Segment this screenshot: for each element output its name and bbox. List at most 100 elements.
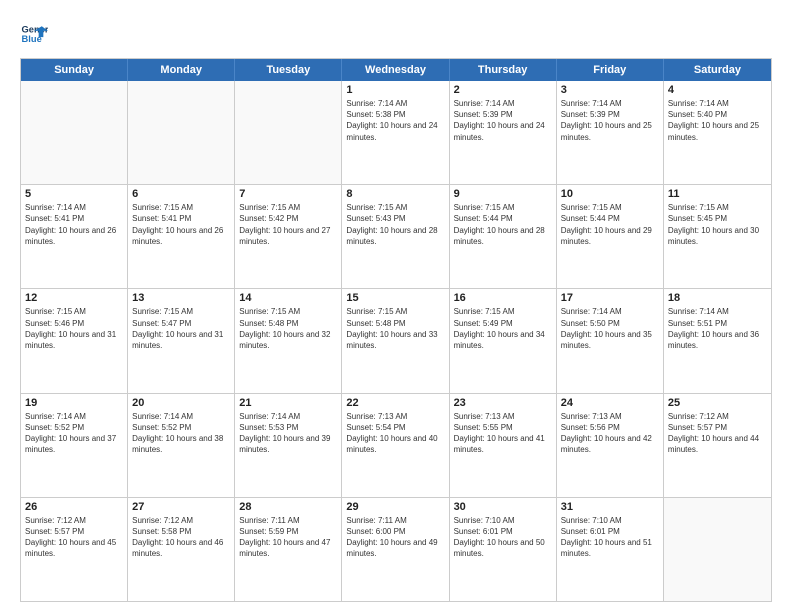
cell-content: Sunrise: 7:10 AMSunset: 6:01 PMDaylight:… [454, 515, 552, 560]
day-cell-18: 18 Sunrise: 7:14 AMSunset: 5:51 PMDayligh… [664, 289, 771, 392]
day-number: 9 [454, 188, 552, 200]
day-cell-14: 14 Sunrise: 7:15 AMSunset: 5:48 PMDayligh… [235, 289, 342, 392]
header-day-saturday: Saturday [664, 59, 771, 81]
day-number: 2 [454, 84, 552, 96]
day-cell-1: 1 Sunrise: 7:14 AMSunset: 5:38 PMDaylight… [342, 81, 449, 184]
cell-content: Sunrise: 7:14 AMSunset: 5:52 PMDaylight:… [132, 411, 230, 456]
cell-content: Sunrise: 7:14 AMSunset: 5:53 PMDaylight:… [239, 411, 337, 456]
day-cell-15: 15Sunrise: 7:15 AMSunset: 5:48 PMDayligh… [342, 289, 449, 392]
day-cell-7: 7 Sunrise: 7:15 AMSunset: 5:42 PMDaylight… [235, 185, 342, 288]
day-number: 14 [239, 292, 337, 304]
day-cell-13: 13 Sunrise: 7:15 AMSunset: 5:47 PMDayligh… [128, 289, 235, 392]
day-cell-31: 31 Sunrise: 7:10 AMSunset: 6:01 PMDayligh… [557, 498, 664, 601]
cell-content: Sunrise: 7:12 AMSunset: 5:57 PMDaylight:… [25, 515, 123, 560]
day-cell-23: 23 Sunrise: 7:13 AMSunset: 5:55 PMDayligh… [450, 394, 557, 497]
day-cell-16: 16 Sunrise: 7:15 AMSunset: 5:49 PMDayligh… [450, 289, 557, 392]
empty-cell-0-1 [128, 81, 235, 184]
empty-cell-0-0 [21, 81, 128, 184]
header-day-friday: Friday [557, 59, 664, 81]
cell-content: Sunrise: 7:14 AMSunset: 5:52 PMDaylight:… [25, 411, 123, 456]
day-cell-17: 17 Sunrise: 7:14 AMSunset: 5:50 PMDayligh… [557, 289, 664, 392]
cell-content: Sunrise: 7:13 AMSunset: 5:54 PMDaylight:… [346, 411, 444, 456]
day-number: 8 [346, 188, 444, 200]
cell-content: Sunrise: 7:10 AMSunset: 6:01 PMDaylight:… [561, 515, 659, 560]
day-number: 26 [25, 501, 123, 513]
day-cell-27: 27 Sunrise: 7:12 AMSunset: 5:58 PMDayligh… [128, 498, 235, 601]
day-number: 31 [561, 501, 659, 513]
day-number: 27 [132, 501, 230, 513]
cell-content: Sunrise: 7:12 AMSunset: 5:57 PMDaylight:… [668, 411, 767, 456]
day-cell-26: 26 Sunrise: 7:12 AMSunset: 5:57 PMDayligh… [21, 498, 128, 601]
day-number: 17 [561, 292, 659, 304]
cell-content: Sunrise: 7:14 AMSunset: 5:40 PMDaylight:… [668, 98, 767, 143]
day-cell-11: 11 Sunrise: 7:15 AMSunset: 5:45 PMDayligh… [664, 185, 771, 288]
calendar-header-row: SundayMondayTuesdayWednesdayThursdayFrid… [21, 59, 771, 81]
cell-content: Sunrise: 7:13 AMSunset: 5:55 PMDaylight:… [454, 411, 552, 456]
day-number: 18 [668, 292, 767, 304]
day-number: 22 [346, 397, 444, 409]
day-number: 12 [25, 292, 123, 304]
day-cell-20: 20Sunrise: 7:14 AMSunset: 5:52 PMDayligh… [128, 394, 235, 497]
page: General Blue SundayMondayTuesdayWednesda… [0, 0, 792, 612]
day-cell-24: 24 Sunrise: 7:13 AMSunset: 5:56 PMDayligh… [557, 394, 664, 497]
cell-content: Sunrise: 7:12 AMSunset: 5:58 PMDaylight:… [132, 515, 230, 560]
cell-content: Sunrise: 7:13 AMSunset: 5:56 PMDaylight:… [561, 411, 659, 456]
cell-content: Sunrise: 7:15 AMSunset: 5:44 PMDaylight:… [454, 202, 552, 247]
day-number: 19 [25, 397, 123, 409]
cell-content: Sunrise: 7:11 AMSunset: 5:59 PMDaylight:… [239, 515, 337, 560]
cell-content: Sunrise: 7:15 AMSunset: 5:43 PMDaylight:… [346, 202, 444, 247]
day-cell-9: 9 Sunrise: 7:15 AMSunset: 5:44 PMDaylight… [450, 185, 557, 288]
header-day-thursday: Thursday [450, 59, 557, 81]
cell-content: Sunrise: 7:14 AMSunset: 5:51 PMDaylight:… [668, 306, 767, 351]
day-number: 5 [25, 188, 123, 200]
cell-content: Sunrise: 7:15 AMSunset: 5:42 PMDaylight:… [239, 202, 337, 247]
week-row-1: 1 Sunrise: 7:14 AMSunset: 5:38 PMDaylight… [21, 81, 771, 185]
logo: General Blue [20, 20, 48, 48]
week-row-5: 26 Sunrise: 7:12 AMSunset: 5:57 PMDayligh… [21, 498, 771, 601]
cell-content: Sunrise: 7:15 AMSunset: 5:45 PMDaylight:… [668, 202, 767, 247]
cell-content: Sunrise: 7:15 AMSunset: 5:46 PMDaylight:… [25, 306, 123, 351]
calendar: SundayMondayTuesdayWednesdayThursdayFrid… [20, 58, 772, 602]
day-cell-12: 12 Sunrise: 7:15 AMSunset: 5:46 PMDayligh… [21, 289, 128, 392]
cell-content: Sunrise: 7:14 AMSunset: 5:38 PMDaylight:… [346, 98, 444, 143]
cell-content: Sunrise: 7:15 AMSunset: 5:41 PMDaylight:… [132, 202, 230, 247]
day-number: 3 [561, 84, 659, 96]
header-day-sunday: Sunday [21, 59, 128, 81]
day-number: 6 [132, 188, 230, 200]
cell-content: Sunrise: 7:15 AMSunset: 5:49 PMDaylight:… [454, 306, 552, 351]
day-number: 4 [668, 84, 767, 96]
day-cell-30: 30Sunrise: 7:10 AMSunset: 6:01 PMDayligh… [450, 498, 557, 601]
day-number: 13 [132, 292, 230, 304]
day-number: 11 [668, 188, 767, 200]
day-number: 16 [454, 292, 552, 304]
day-cell-21: 21 Sunrise: 7:14 AMSunset: 5:53 PMDayligh… [235, 394, 342, 497]
logo-icon: General Blue [20, 20, 48, 48]
header-day-wednesday: Wednesday [342, 59, 449, 81]
day-cell-2: 2Sunrise: 7:14 AMSunset: 5:39 PMDaylight… [450, 81, 557, 184]
day-cell-5: 5Sunrise: 7:14 AMSunset: 5:41 PMDaylight… [21, 185, 128, 288]
day-number: 7 [239, 188, 337, 200]
cell-content: Sunrise: 7:15 AMSunset: 5:48 PMDaylight:… [239, 306, 337, 351]
calendar-body: 1 Sunrise: 7:14 AMSunset: 5:38 PMDaylight… [21, 81, 771, 601]
day-number: 29 [346, 501, 444, 513]
cell-content: Sunrise: 7:15 AMSunset: 5:44 PMDaylight:… [561, 202, 659, 247]
day-number: 15 [346, 292, 444, 304]
day-number: 1 [346, 84, 444, 96]
header-day-monday: Monday [128, 59, 235, 81]
day-number: 21 [239, 397, 337, 409]
header-day-tuesday: Tuesday [235, 59, 342, 81]
empty-cell-4-6 [664, 498, 771, 601]
day-cell-25: 25Sunrise: 7:12 AMSunset: 5:57 PMDayligh… [664, 394, 771, 497]
day-cell-19: 19 Sunrise: 7:14 AMSunset: 5:52 PMDayligh… [21, 394, 128, 497]
cell-content: Sunrise: 7:14 AMSunset: 5:39 PMDaylight:… [561, 98, 659, 143]
day-number: 23 [454, 397, 552, 409]
cell-content: Sunrise: 7:11 AMSunset: 6:00 PMDaylight:… [346, 515, 444, 560]
day-cell-28: 28Sunrise: 7:11 AMSunset: 5:59 PMDayligh… [235, 498, 342, 601]
day-cell-10: 10 Sunrise: 7:15 AMSunset: 5:44 PMDayligh… [557, 185, 664, 288]
cell-content: Sunrise: 7:14 AMSunset: 5:50 PMDaylight:… [561, 306, 659, 351]
day-cell-4: 4 Sunrise: 7:14 AMSunset: 5:40 PMDaylight… [664, 81, 771, 184]
day-number: 10 [561, 188, 659, 200]
day-number: 24 [561, 397, 659, 409]
header: General Blue [20, 20, 772, 48]
cell-content: Sunrise: 7:15 AMSunset: 5:47 PMDaylight:… [132, 306, 230, 351]
